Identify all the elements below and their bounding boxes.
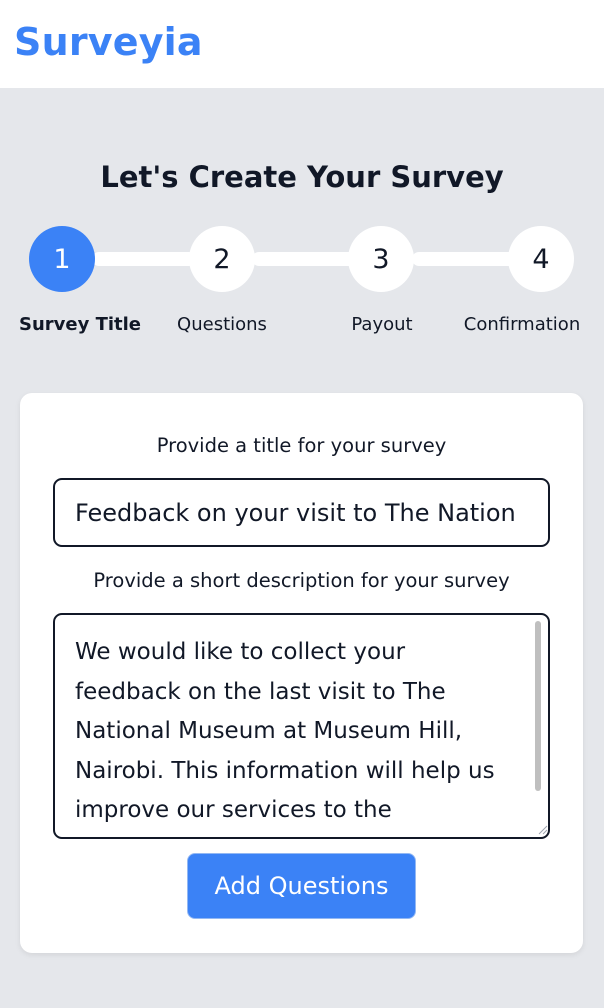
step-connector-2-3 <box>252 252 356 266</box>
description-scrollbar[interactable] <box>535 621 541 791</box>
step-3-label: Payout <box>351 314 413 335</box>
title-field-label: Provide a title for your survey <box>156 434 447 457</box>
step-connector-3-4 <box>412 252 516 266</box>
resize-grip-icon[interactable] <box>536 823 548 835</box>
step-3-circle[interactable]: 3 <box>348 226 414 292</box>
step-4-circle[interactable]: 4 <box>508 226 574 292</box>
add-questions-button[interactable]: Add Questions <box>187 853 416 919</box>
step-connector-1-2 <box>92 252 196 266</box>
step-2-label: Questions <box>177 314 267 335</box>
description-field-label: Provide a short description for your sur… <box>93 569 510 592</box>
survey-description-textarea[interactable]: We would like to collect your feedback o… <box>53 613 550 839</box>
step-2-circle[interactable]: 2 <box>189 226 255 292</box>
step-4-label: Confirmation <box>463 314 581 335</box>
progress-stepper: 1 2 3 4 Survey Title Questions Payout Co… <box>0 0 604 360</box>
survey-title-input[interactable] <box>53 478 550 547</box>
survey-title-card: Provide a title for your survey Provide … <box>20 393 583 953</box>
step-1-label: Survey Title <box>18 314 142 335</box>
step-1-circle[interactable]: 1 <box>29 226 95 292</box>
